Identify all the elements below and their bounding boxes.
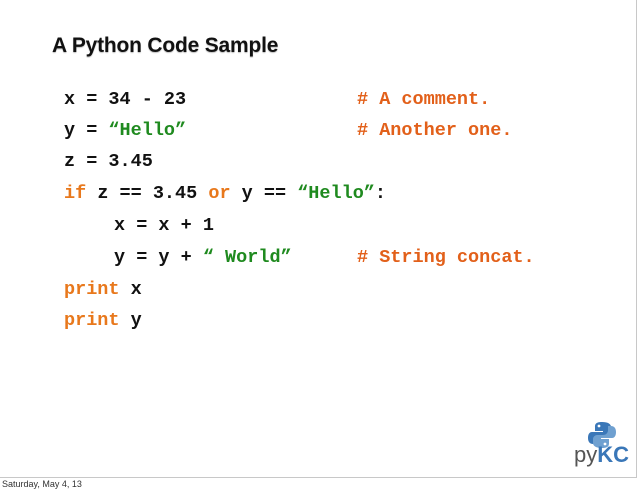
- code-comment: # A comment.: [357, 89, 491, 110]
- code-comment: # Another one.: [357, 120, 513, 141]
- code-keyword: or: [208, 183, 231, 204]
- code-string: “Hello”: [297, 183, 375, 204]
- code-string: “Hello”: [108, 120, 187, 141]
- code-keyword: print: [64, 310, 120, 331]
- code-text: x = x + 1: [114, 215, 214, 236]
- code-line: x = x + 1: [114, 210, 214, 242]
- code-line: z = 3.45: [64, 146, 153, 178]
- code-string: “ World”: [202, 247, 292, 268]
- code-text: y =: [64, 120, 109, 141]
- slide: A Python Code Sample x = 34 - 23 # A com…: [0, 0, 637, 478]
- pykc-logo: pyKC: [574, 442, 629, 468]
- code-text: y = y +: [114, 247, 203, 268]
- code-comment: # String concat.: [357, 247, 535, 268]
- code-text: z == 3.45: [86, 183, 209, 204]
- code-line: y = y + “ World”: [114, 242, 292, 274]
- code-text: x = 34 - 23: [64, 89, 187, 110]
- code-text: x: [119, 279, 142, 300]
- code-text: y ==: [230, 183, 298, 204]
- code-keyword: if: [64, 183, 87, 204]
- code-text: z = 3.45: [64, 151, 153, 172]
- code-line: if z == 3.45 or y == “Hello”:: [64, 178, 386, 210]
- code-text: y: [119, 310, 142, 331]
- logo-kc: KC: [597, 442, 630, 467]
- code-text: :: [374, 183, 387, 204]
- slide-title: A Python Code Sample: [52, 34, 279, 57]
- code-line: x = 34 - 23: [64, 84, 186, 116]
- code-line: y = “Hello”: [64, 115, 186, 147]
- code-line: print x: [64, 274, 142, 306]
- code-line: print y: [64, 305, 142, 337]
- code-keyword: print: [64, 279, 120, 300]
- logo-py: py: [574, 442, 598, 467]
- footer-date: Saturday, May 4, 13: [2, 479, 82, 489]
